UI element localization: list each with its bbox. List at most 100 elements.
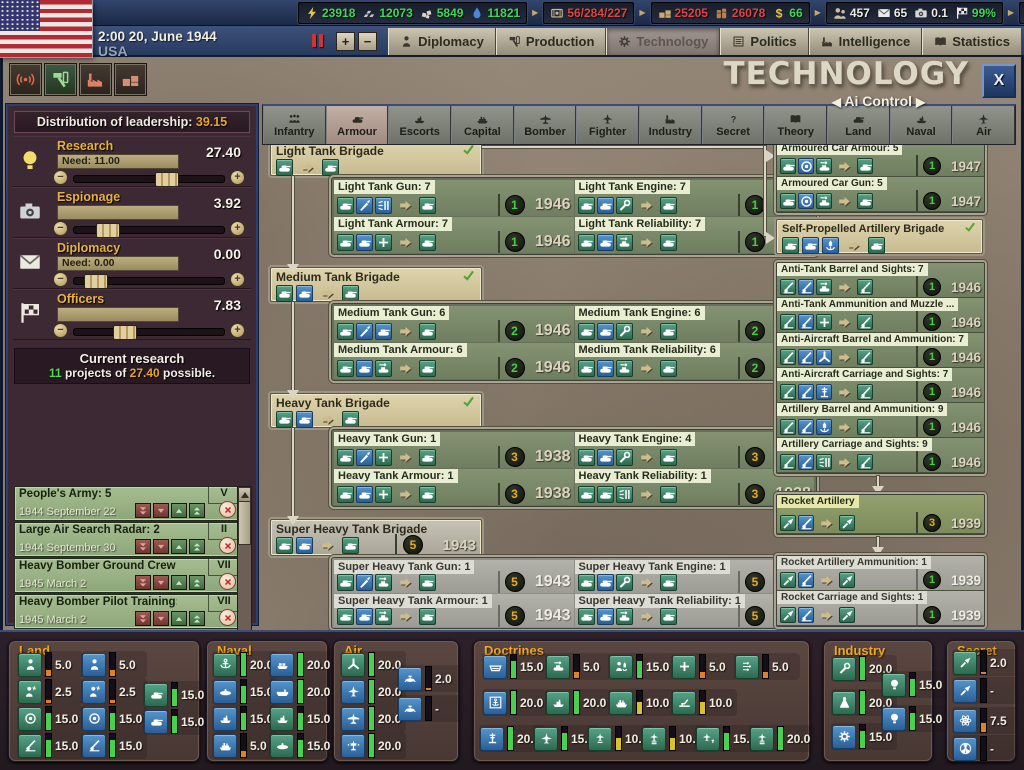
doctrine-item[interactable]: 5.0 (545, 653, 611, 680)
menu-technology[interactable]: Technology (606, 28, 720, 55)
doctrine-item[interactable]: 10.0 (608, 689, 674, 716)
cancel-research-icon[interactable] (219, 501, 236, 518)
doctrine-item[interactable]: 15.0 (881, 705, 947, 732)
close-button[interactable]: X (982, 64, 1016, 98)
tab-bomber[interactable]: Bomber (514, 106, 577, 144)
allocation-slider[interactable]: −+ (53, 170, 245, 185)
move-up-icon[interactable] (171, 611, 187, 626)
doctrine-item[interactable]: 15.0 (269, 705, 335, 732)
tab-industry[interactable]: Industry (639, 106, 702, 144)
tech-item[interactable]: Super Heavy Tank Gun: 151943 (334, 560, 574, 593)
quick-hammer-button[interactable] (45, 64, 76, 95)
move-up-icon[interactable] (171, 539, 187, 554)
cancel-research-icon[interactable] (219, 609, 236, 626)
tab-secret[interactable]: ?Secret (702, 106, 765, 144)
slider-groove[interactable] (73, 277, 225, 285)
slider-minus-button[interactable]: − (53, 170, 68, 185)
quick-factory-button[interactable] (80, 64, 111, 95)
tech-item[interactable]: Heavy Tank Armour: 131938 (334, 469, 574, 505)
allocation-slider[interactable]: −+ (53, 272, 245, 287)
quick-radio-button[interactable] (10, 64, 41, 95)
tab-capital[interactable]: Capital (451, 106, 514, 144)
move-up-icon[interactable] (171, 575, 187, 590)
brigade-box[interactable]: Medium Tank Brigade (270, 267, 482, 302)
tech-item[interactable]: Light Tank Armour: 711946 (334, 217, 574, 253)
doctrine-item[interactable]: - (952, 677, 1018, 704)
slider-handle[interactable] (84, 274, 108, 289)
doctrine-item[interactable]: 15.0 (143, 708, 209, 735)
tab-armour[interactable]: Armour (326, 106, 389, 144)
tech-item[interactable]: Anti-Tank Ammunition and Muzzle ...11946 (777, 298, 984, 333)
tech-item[interactable]: Heavy Tank Gun: 131938 (334, 432, 574, 468)
slider-groove[interactable] (73, 226, 225, 234)
move-top-icon[interactable] (189, 611, 205, 626)
scroll-thumb[interactable] (238, 501, 251, 545)
doctrine-item[interactable]: 10.0 (671, 689, 737, 716)
doctrine-item[interactable]: - (952, 735, 1018, 762)
doctrine-item[interactable]: - (397, 695, 463, 722)
slider-plus-button[interactable]: + (230, 170, 245, 185)
tech-item[interactable]: Rocket Artillery31939 (777, 495, 984, 534)
brigade-box[interactable]: Super Heavy Tank Brigade51943 (270, 519, 482, 556)
slider-minus-button[interactable]: − (53, 323, 68, 338)
doctrine-item[interactable]: 20.0 (269, 651, 335, 678)
slider-handle[interactable] (113, 325, 137, 340)
doctrine-item[interactable]: 20.0 (545, 689, 611, 716)
menu-intelligence[interactable]: Intelligence (809, 28, 923, 55)
doctrine-item[interactable]: 5.0 (81, 651, 147, 678)
doctrine-item[interactable]: 15.0 (269, 732, 335, 759)
slider-plus-button[interactable]: + (230, 221, 245, 236)
brigade-box[interactable]: Self-Propelled Artillery Brigade (776, 219, 983, 254)
research-item[interactable]: Heavy Bomber Ground Crew T ...VII1945 Ma… (14, 558, 240, 593)
tech-item[interactable]: Medium Tank Gun: 621946 (334, 306, 574, 342)
slider-plus-button[interactable]: + (230, 272, 245, 287)
move-bottom-icon[interactable] (135, 539, 151, 554)
slider-groove[interactable] (73, 328, 225, 336)
speed-up-button[interactable]: + (336, 32, 355, 51)
slider-groove[interactable] (73, 175, 225, 183)
cancel-research-icon[interactable] (219, 537, 236, 554)
slider-minus-button[interactable]: − (53, 272, 68, 287)
pause-icon[interactable] (312, 34, 323, 47)
tech-item[interactable]: Artillery Barrel and Ammunition: 911946 (777, 403, 984, 438)
doctrine-item[interactable]: 15.0 (81, 732, 147, 759)
allocation-slider[interactable]: −+ (53, 323, 245, 338)
move-bottom-icon[interactable] (135, 575, 151, 590)
research-item[interactable]: Heavy Bomber Pilot Training: 7VII1945 Ma… (14, 594, 240, 629)
doctrine-item[interactable]: 2.5 (81, 678, 147, 705)
ai-prev-icon[interactable]: ◀ (832, 95, 841, 109)
menu-politics[interactable]: Politics (720, 28, 808, 55)
move-down-icon[interactable] (153, 503, 169, 518)
slider-handle[interactable] (155, 172, 179, 187)
doctrine-item[interactable]: 20.0 (269, 678, 335, 705)
tech-item[interactable]: Armoured Car Armour: 511947 (777, 142, 984, 177)
doctrine-item[interactable]: 2.5 (17, 678, 83, 705)
tab-air[interactable]: Air (952, 106, 1015, 144)
tech-item[interactable]: Rocket Artillery Ammunition: 111939 (777, 556, 984, 591)
slider-minus-button[interactable]: − (53, 221, 68, 236)
doctrine-item[interactable]: 15.0 (17, 705, 83, 732)
research-item[interactable]: Large Air Search Radar: 2II1944 Septembe… (14, 522, 240, 557)
quick-goods-button[interactable] (115, 64, 146, 95)
doctrine-item[interactable]: 7.5 (952, 707, 1018, 734)
scroll-up-icon[interactable] (238, 487, 251, 502)
doctrine-item[interactable]: 15.0 (608, 653, 674, 680)
move-down-icon[interactable] (153, 611, 169, 626)
doctrine-item[interactable]: 5.0 (671, 653, 737, 680)
brigade-box[interactable]: Light Tank Brigade (270, 141, 482, 176)
slider-plus-button[interactable]: + (230, 323, 245, 338)
tech-item[interactable]: Super Heavy Tank Armour: 151943 (334, 594, 574, 627)
doctrine-item[interactable]: 15.0 (81, 705, 147, 732)
move-bottom-icon[interactable] (135, 503, 151, 518)
tab-infantry[interactable]: Infantry (263, 106, 326, 144)
doctrine-item[interactable]: 15.0 (17, 732, 83, 759)
move-bottom-icon[interactable] (135, 611, 151, 626)
tab-land[interactable]: Land (827, 106, 890, 144)
brigade-box[interactable]: Heavy Tank Brigade (270, 393, 482, 428)
menu-production[interactable]: Production (496, 28, 607, 55)
menu-diplomacy[interactable]: Diplomacy (388, 28, 496, 55)
tech-item[interactable]: Light Tank Gun: 711946 (334, 180, 574, 216)
doctrine-item[interactable]: 15.0 (143, 681, 209, 708)
tech-item[interactable]: Rocket Carriage and Sights: 111939 (777, 591, 984, 626)
tech-item[interactable]: Medium Tank Armour: 621946 (334, 343, 574, 379)
